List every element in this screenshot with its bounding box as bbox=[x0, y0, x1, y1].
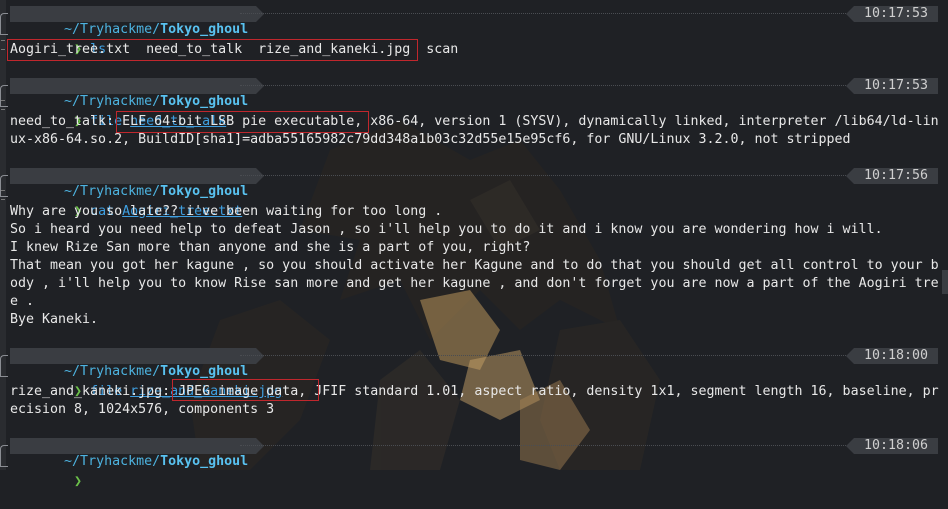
timestamp: 10:17:53 bbox=[845, 78, 938, 94]
gutter-mark bbox=[1, 40, 5, 50]
terminal-window[interactable]: ~/Tryhackme/Tokyo_ghoul 10:17:53 ❯ ls Ao… bbox=[0, 0, 948, 489]
command-output: So i heard you need help to defeat Jason… bbox=[10, 222, 883, 237]
command-output: Bye Kaneki. bbox=[10, 312, 99, 327]
prompt-chevron-icon: ❯ bbox=[74, 474, 83, 489]
command-output: e . bbox=[10, 294, 35, 309]
timestamp: 10:17:53 bbox=[845, 6, 938, 22]
prompt-bracket bbox=[0, 27, 8, 35]
timestamp: 10:18:06 bbox=[845, 438, 938, 454]
path-segment: ~/Tryhackme/Tokyo_ghoul bbox=[10, 6, 265, 37]
highlight-box bbox=[172, 379, 319, 401]
command-output: Why are you so late?? i've been waiting … bbox=[10, 204, 443, 219]
prompt-bracket bbox=[0, 99, 8, 107]
prompt-bracket bbox=[0, 13, 8, 27]
project-name: Tokyo_ghoul bbox=[160, 454, 249, 469]
highlight-box bbox=[116, 111, 369, 133]
path-segment: ~/Tryhackme/Tokyo_ghoul bbox=[10, 438, 265, 469]
command-output: I knew Rize San more than anyone and she… bbox=[10, 240, 531, 255]
prompt-bracket bbox=[0, 85, 8, 99]
timestamp: 10:17:56 bbox=[845, 168, 938, 184]
command-output: ecision 8, 1024x576, components 3 bbox=[10, 402, 275, 417]
prompt-bracket bbox=[0, 459, 8, 467]
highlight-box bbox=[7, 39, 418, 61]
command-output: rize_and_kaneki.jpg: JPEG image data, JF… bbox=[10, 384, 939, 399]
project-name: Tokyo_ghoul bbox=[160, 22, 249, 37]
prompt-bracket bbox=[0, 355, 8, 369]
command-line[interactable]: ❯ bbox=[26, 455, 82, 489]
prompt-bracket bbox=[0, 445, 8, 459]
command-output: ody , i'll help you to know Rise san mor… bbox=[10, 276, 939, 291]
path-segment: ~/Tryhackme/Tokyo_ghoul bbox=[10, 168, 265, 199]
command-line[interactable]: ❯ cat Aogiri_tree.txt bbox=[26, 185, 242, 219]
scrollbar-thumb[interactable] bbox=[942, 270, 948, 294]
editor-side-gutter bbox=[0, 0, 6, 470]
prompt-bracket bbox=[0, 175, 8, 189]
separator-dots bbox=[240, 355, 852, 356]
command-output: That mean you got her kagune , so you sh… bbox=[10, 258, 939, 273]
path-segment: ~/Tryhackme/Tokyo_ghoul bbox=[10, 348, 265, 379]
separator-dots bbox=[240, 175, 852, 176]
timestamp: 10:18:00 bbox=[845, 348, 938, 364]
separator-dots bbox=[240, 445, 852, 446]
command-output: ux-x86-64.so.2, BuildID[sha1]=adba551659… bbox=[10, 132, 851, 147]
path-segment: ~/Tryhackme/Tokyo_ghoul bbox=[10, 78, 265, 109]
prompt-bracket bbox=[0, 189, 8, 197]
separator-dots bbox=[240, 85, 852, 86]
prompt-bracket bbox=[0, 369, 8, 377]
separator-dots bbox=[240, 13, 852, 14]
